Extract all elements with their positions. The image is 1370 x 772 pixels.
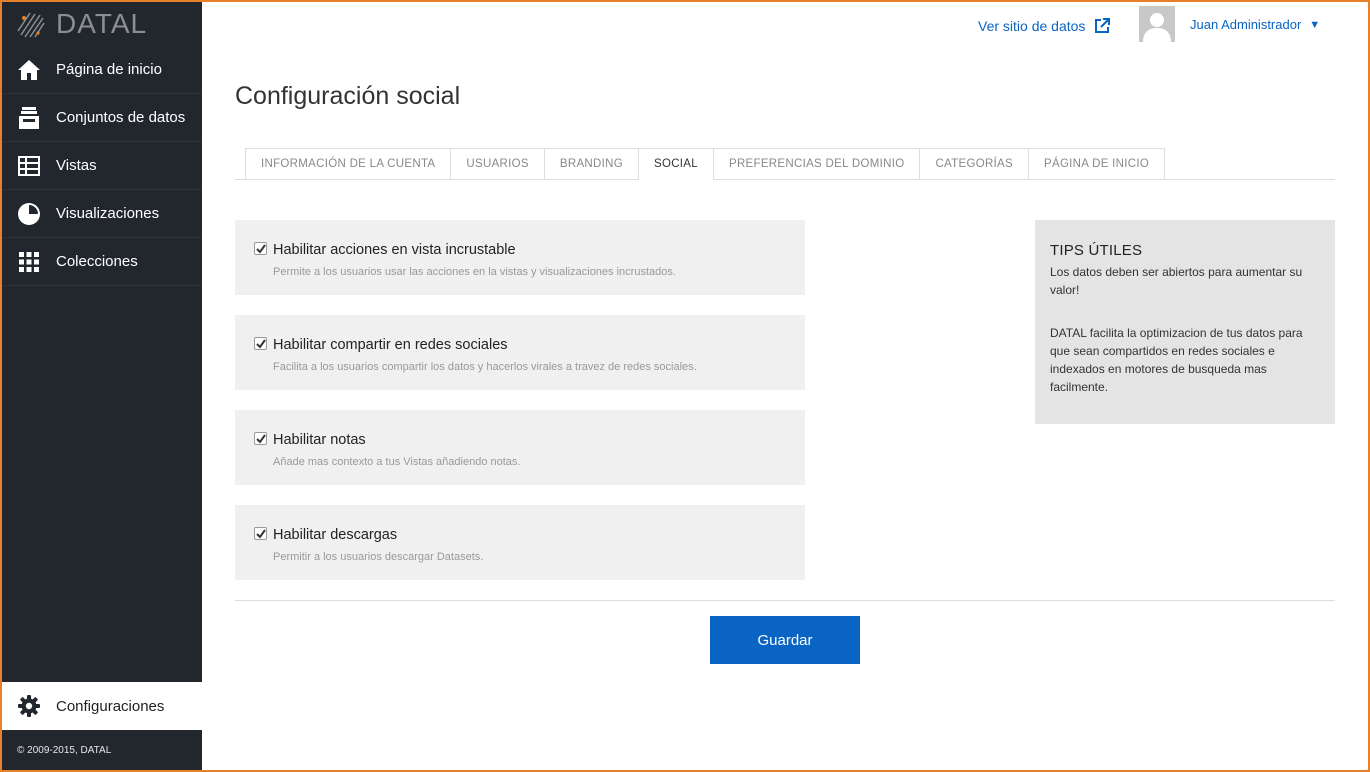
tips-panel: TIPS ÚTILES Los datos deben ser abiertos… xyxy=(1035,220,1335,424)
tab-home-page[interactable]: PÁGINA DE INICIO xyxy=(1029,148,1166,180)
home-icon xyxy=(17,58,41,82)
option-notes: Habilitar notas Añade mas contexto a tus… xyxy=(235,410,805,485)
sidebar-item-datasets[interactable]: Conjuntos de datos xyxy=(2,94,202,142)
view-data-site-link[interactable]: Ver sitio de datos xyxy=(978,17,1111,35)
sidebar-item-label: Colecciones xyxy=(56,253,138,270)
sidebar-item-visualizations[interactable]: Visualizaciones xyxy=(2,190,202,238)
external-link-icon xyxy=(1095,18,1111,33)
checkmark-icon xyxy=(255,243,266,254)
sidebar-item-label: Visualizaciones xyxy=(56,205,160,222)
option-description: Permite a los usuarios usar las acciones… xyxy=(273,266,676,278)
notes-checkbox[interactable] xyxy=(254,432,267,445)
downloads-checkbox[interactable] xyxy=(254,527,267,540)
option-title: Habilitar acciones en vista incrustable xyxy=(273,242,516,258)
option-title: Habilitar descargas xyxy=(273,527,398,543)
tips-title: TIPS ÚTILES xyxy=(1050,242,1143,259)
save-button[interactable]: Guardar xyxy=(710,616,860,664)
social-sharing-checkbox[interactable] xyxy=(254,337,267,350)
sidebar-item-label: Configuraciones xyxy=(56,697,165,715)
sidebar-item-label: Conjuntos de datos xyxy=(56,109,186,126)
copyright: © 2009-2015, DATAL xyxy=(17,745,112,756)
inbox-icon xyxy=(17,106,41,130)
divider xyxy=(235,600,1335,601)
table-icon xyxy=(17,154,41,178)
sidebar-item-views[interactable]: Vistas xyxy=(2,142,202,190)
checkmark-icon xyxy=(255,338,266,349)
option-description: Añade mas contexto a tus Vistas añadiend… xyxy=(273,456,521,468)
sidebar: DATAL Página de inicio Conjuntos de dato… xyxy=(2,2,202,770)
tips-paragraph: Los datos deben ser abiertos para aument… xyxy=(1050,265,1303,297)
avatar[interactable] xyxy=(1139,6,1175,42)
settings-tabs: INFORMACIÓN DE LA CUENTA USUARIOS BRANDI… xyxy=(245,148,1166,180)
tab-social[interactable]: SOCIAL xyxy=(638,148,714,180)
tab-users[interactable]: USUARIOS xyxy=(451,148,545,180)
user-menu[interactable]: Juan Administrador ▼ xyxy=(1190,17,1320,32)
option-description: Facilita a los usuarios compartir los da… xyxy=(273,361,697,373)
sidebar-item-settings[interactable]: Configuraciones xyxy=(2,682,202,730)
option-downloads: Habilitar descargas Permitir a los usuar… xyxy=(235,505,805,580)
option-title: Habilitar notas xyxy=(273,432,366,448)
sidebar-item-label: Vistas xyxy=(56,157,97,174)
chevron-down-icon: ▼ xyxy=(1309,18,1321,31)
tab-branding[interactable]: BRANDING xyxy=(544,148,639,180)
logo-icon xyxy=(17,12,45,38)
grid-icon xyxy=(17,250,41,274)
option-description: Permitir a los usuarios descargar Datase… xyxy=(273,551,484,563)
checkmark-icon xyxy=(255,433,266,444)
gear-icon xyxy=(17,694,41,718)
option-social-sharing: Habilitar compartir en redes sociales Fa… xyxy=(235,315,805,390)
option-embed-actions: Habilitar acciones en vista incrustable … xyxy=(235,220,805,295)
sidebar-item-label: Página de inicio xyxy=(56,61,162,78)
pie-chart-icon xyxy=(17,202,41,226)
checkmark-icon xyxy=(255,528,266,539)
tab-account-info[interactable]: INFORMACIÓN DE LA CUENTA xyxy=(245,148,452,180)
option-title: Habilitar compartir en redes sociales xyxy=(273,337,508,353)
embed-actions-checkbox[interactable] xyxy=(254,242,267,255)
logo[interactable]: DATAL xyxy=(2,2,202,46)
user-name: Juan Administrador xyxy=(1190,17,1302,32)
tips-paragraph: DATAL facilita la optimizacion de tus da… xyxy=(1050,326,1303,394)
sidebar-item-collections[interactable]: Colecciones xyxy=(2,238,202,286)
tab-domain-preferences[interactable]: PREFERENCIAS DEL DOMINIO xyxy=(713,148,921,180)
tab-categories[interactable]: CATEGORÍAS xyxy=(920,148,1029,180)
user-icon xyxy=(1143,13,1171,42)
view-data-site-label: Ver sitio de datos xyxy=(978,18,1086,34)
page-title: Configuración social xyxy=(235,82,461,110)
logo-text: DATAL xyxy=(56,8,148,39)
sidebar-item-home[interactable]: Página de inicio xyxy=(2,46,202,94)
